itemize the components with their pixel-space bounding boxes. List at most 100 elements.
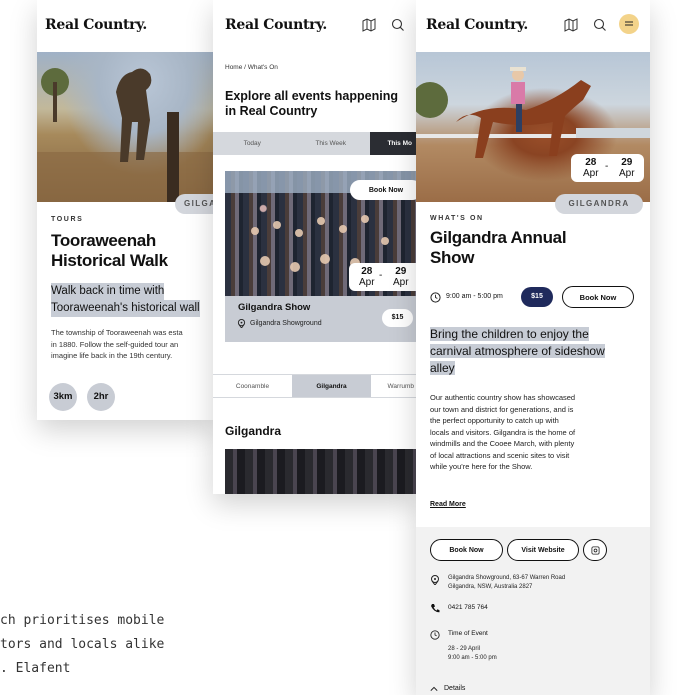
read-more-link[interactable]: Read More — [430, 501, 466, 508]
event-body: Our authentic country show has showcased… — [430, 392, 575, 473]
date-to-month: Apr — [619, 168, 635, 179]
hamburger-icon — [625, 21, 633, 26]
chevron-up-icon[interactable] — [430, 685, 438, 693]
visit-website-button[interactable]: Visit Website — [507, 539, 579, 561]
title-line-1: Tooraweenah — [51, 231, 157, 250]
phone-icon — [431, 604, 440, 613]
date-to-day: 29 — [621, 157, 633, 168]
location-chip[interactable]: GILGA — [175, 194, 215, 214]
date-to-month: Apr — [393, 277, 409, 288]
phone-number[interactable]: 0421 785 764 — [448, 604, 488, 611]
title-line-2: Show — [430, 248, 475, 267]
hero-image-rider: 28 Apr - 29 Apr GILGANDRA — [416, 52, 650, 214]
date-from-day: 28 — [361, 266, 373, 277]
tab-today[interactable]: Today — [213, 132, 292, 155]
region-image-hall — [225, 449, 416, 494]
middle-header-bar: Real Country. — [213, 0, 416, 52]
details-panel: Book Now Visit Website Gilgandra Showgro… — [416, 527, 650, 695]
category-tag: TOURS — [51, 216, 84, 223]
statue-illustration — [37, 68, 215, 202]
brand-logo[interactable]: Real Country. — [225, 17, 327, 33]
date-badge: 28 Apr - 29 Apr — [571, 154, 644, 182]
body-line: windmills and the Cooee March, with plen… — [430, 439, 575, 448]
date-to: 29 Apr — [619, 157, 635, 179]
body-line-2: in 1880. Follow the self-guided tour an — [51, 339, 179, 349]
search-icon[interactable] — [391, 18, 405, 32]
brand-logo[interactable]: Real Country. — [45, 17, 147, 33]
search-icon[interactable] — [593, 18, 607, 32]
event-image-crowd: Book Now 28 Apr - 29 Apr — [225, 171, 416, 296]
event-title: Gilgandra Annual Show — [430, 228, 567, 268]
location-chip[interactable]: GILGANDRA — [555, 194, 643, 214]
body-line: of local attractions and scenic sites to… — [430, 450, 570, 460]
date-from-month: Apr — [359, 277, 375, 288]
date-from: 28 Apr — [583, 157, 599, 179]
title-line-2: Historical Walk — [51, 251, 168, 270]
page-heading: Explore all events happening in Real Cou… — [225, 89, 398, 119]
address: Gilgandra Showground, 63-67 Warren Road … — [448, 574, 565, 591]
date-separator: - — [605, 161, 609, 172]
body-line: Our authentic country show has showcased — [430, 393, 576, 402]
hero-image-statue: GILGA — [37, 52, 215, 214]
caption-line-3: . Elafent — [0, 661, 71, 676]
category-tag: WHAT'S ON — [430, 215, 484, 222]
address-line-1: Gilgandra Showground, 63-67 Warren Road — [448, 575, 566, 581]
right-header-bar: Real Country. — [416, 0, 650, 52]
event-title: Gilgandra Show — [238, 302, 311, 313]
tab-coonamble[interactable]: Coonamble — [213, 375, 292, 397]
price-badge: $15 — [382, 309, 413, 327]
clock-icon — [430, 292, 441, 303]
body-line-3: imagine life back in the 19th century. — [51, 351, 173, 360]
region-heading: Gilgandra — [225, 424, 282, 438]
listing-subtitle: Walk back in time with Tooraweenah's his… — [51, 283, 215, 317]
book-now-button[interactable]: Book Now — [350, 180, 416, 200]
event-card[interactable]: Book Now 28 Apr - 29 Apr Gilgandra Show … — [225, 171, 416, 342]
tab-gilgandra[interactable]: Gilgandra — [292, 375, 371, 397]
heading-line-2: in Real Country — [225, 104, 318, 118]
caption-line-2: tors and locals alike — [0, 637, 165, 652]
date-from-month: Apr — [583, 168, 599, 179]
time-dates: 28 - 29 April — [448, 646, 481, 652]
middle-phone: Real Country. Home / What's On Explore a… — [213, 0, 416, 494]
body-line: our town and district for generations, a… — [430, 404, 574, 414]
date-to-day: 29 — [395, 266, 407, 277]
tab-this-week[interactable]: This Week — [291, 132, 370, 155]
time-hours: 9:00 am - 5:00 pm — [448, 654, 497, 661]
heading-line-1: Explore all events happening — [225, 89, 398, 103]
subtitle-line-2: Tooraweenah's historical wall — [51, 300, 200, 317]
date-to: 29 Apr — [393, 266, 409, 288]
distance-badge: 3km — [49, 383, 77, 411]
time-of-event-label: Time of Event — [448, 630, 488, 637]
share-icon — [591, 546, 600, 555]
location-pin-icon — [237, 319, 246, 328]
body-line: the perfect opportunity to catch up with — [430, 416, 559, 425]
address-line-2: Gilgandra, NSW, Australia 2827 — [448, 583, 533, 590]
map-icon[interactable] — [362, 18, 376, 32]
left-header-bar: Real Country. — [37, 0, 215, 52]
body-line-1: The township of Tooraweenah was esta — [51, 328, 183, 337]
brand-logo[interactable]: Real Country. — [426, 17, 528, 33]
title-line-1: Gilgandra Annual — [430, 228, 567, 247]
book-now-button-secondary[interactable]: Book Now — [430, 539, 503, 561]
tab-this-month[interactable]: This Mo — [370, 132, 416, 155]
menu-button[interactable] — [619, 14, 639, 34]
subtitle-line-3: alley — [430, 361, 455, 375]
tab-warrumbungle[interactable]: Warrumb — [371, 375, 416, 397]
event-location: Gilgandra Showground — [250, 320, 322, 327]
subtitle-line-1: Bring the children to enjoy the — [430, 327, 589, 341]
date-badge: 28 Apr - 29 Apr — [349, 263, 416, 291]
date-separator: - — [379, 270, 383, 281]
left-phone: Real Country. GILGA TOURS Tooraweenah Hi… — [37, 0, 215, 420]
book-now-button[interactable]: Book Now — [562, 286, 634, 308]
subtitle-line-1: Walk back in time with — [51, 283, 165, 300]
breadcrumb[interactable]: Home / What's On — [225, 64, 278, 71]
details-toggle[interactable]: Details — [444, 685, 465, 692]
caption-text: ch prioritises mobile tors and locals al… — [0, 609, 164, 681]
region-tabs: Coonamble Gilgandra Warrumb — [213, 374, 416, 398]
date-tabs: Today This Week This Mo — [213, 132, 416, 155]
share-button[interactable] — [583, 539, 607, 561]
body-line: locals and visitors. Gilgandra is the ho… — [430, 427, 576, 437]
clock-icon — [430, 630, 440, 640]
map-icon[interactable] — [564, 18, 578, 32]
event-subtitle: Bring the children to enjoy the carnival… — [430, 326, 605, 377]
